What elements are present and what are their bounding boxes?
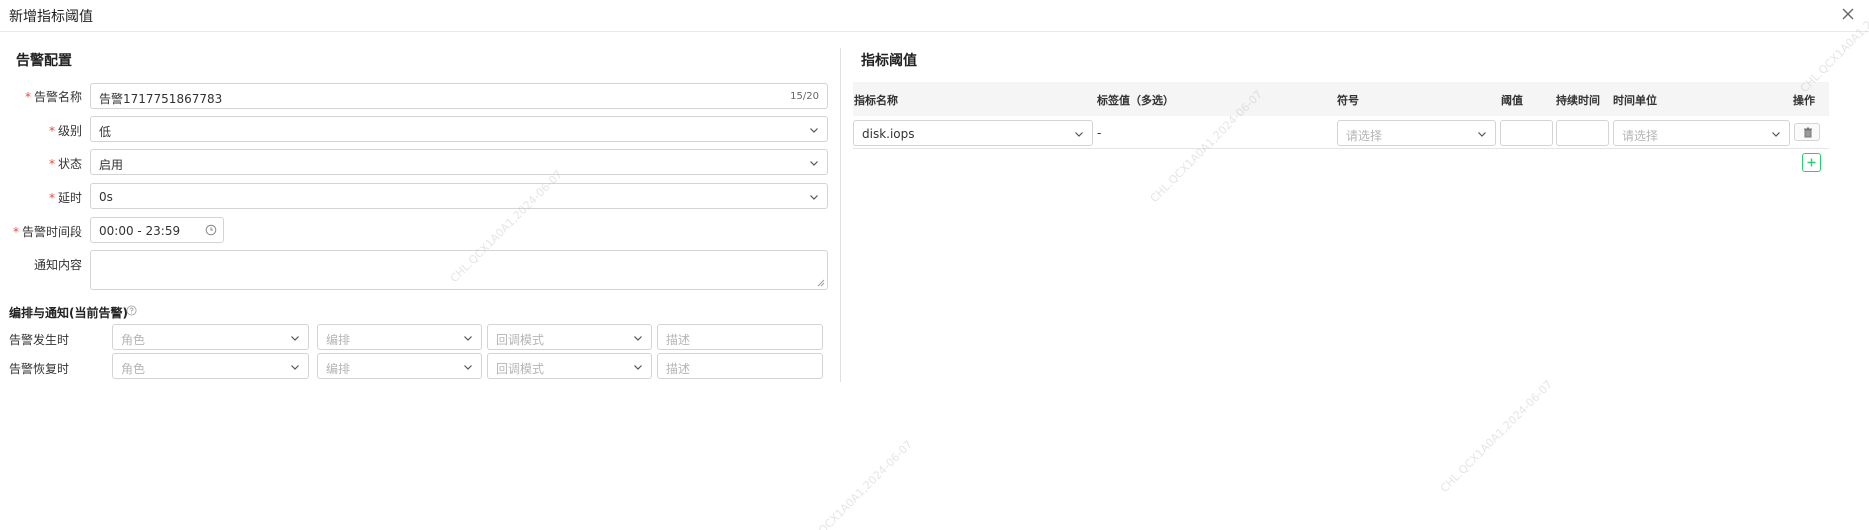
duration-input[interactable] <box>1556 120 1609 146</box>
time-unit-select[interactable]: 请选择 <box>1613 120 1790 146</box>
watermark: CHL.QCX1A0A1,2024-06-07 <box>797 437 916 530</box>
role-select[interactable]: 角色 <box>112 353 309 379</box>
resize-grip-icon <box>817 279 825 287</box>
col-duration: 持续时间 <box>1556 94 1600 107</box>
dialog-header: 新增指标阈值 <box>0 0 1869 32</box>
delay-select[interactable]: 0s <box>90 183 828 209</box>
chevron-down-icon <box>810 128 818 133</box>
on-alert-label: 告警发生时 <box>9 333 70 347</box>
col-symbol: 符号 <box>1337 94 1359 107</box>
panel-divider <box>840 48 841 382</box>
chevron-down-icon <box>291 365 299 370</box>
time-range-picker[interactable]: 00:00 - 23:59 <box>90 217 224 243</box>
col-actions: 操作 <box>1793 94 1815 107</box>
close-icon[interactable] <box>1839 5 1857 23</box>
chevron-down-icon <box>634 365 642 370</box>
add-row-button[interactable] <box>1802 153 1821 172</box>
orchestration-heading: 编排与通知(当前告警) <box>9 306 128 320</box>
status-label: * 状态 <box>48 157 82 171</box>
col-threshold: 阈值 <box>1501 94 1523 107</box>
char-counter: 15/20 <box>790 91 819 102</box>
alert-config-heading: 告警配置 <box>12 50 76 72</box>
schedule-select[interactable]: 编排 <box>317 324 482 350</box>
time-range-label: * 告警时间段 <box>12 225 82 239</box>
on-recovery-label: 告警恢复时 <box>9 362 70 376</box>
chevron-down-icon <box>464 336 472 341</box>
callback-mode-select[interactable]: 回调模式 <box>487 324 652 350</box>
watermark: CHL.QCX1A0A1,2024-06-07 <box>1437 377 1556 496</box>
plus-icon <box>1807 158 1816 167</box>
chevron-down-icon <box>1478 132 1486 137</box>
chevron-down-icon <box>634 336 642 341</box>
delete-row-button[interactable] <box>1794 123 1820 141</box>
status-select[interactable]: 启用 <box>90 149 828 175</box>
chevron-down-icon <box>810 161 818 166</box>
threshold-input[interactable] <box>1500 120 1553 146</box>
help-icon[interactable] <box>126 305 137 316</box>
row-separator <box>853 148 1829 149</box>
clock-icon <box>205 224 217 236</box>
notify-content-textarea[interactable] <box>90 250 828 290</box>
alert-name-input[interactable]: 告警1717751867783 15/20 <box>90 83 828 109</box>
chevron-down-icon <box>291 336 299 341</box>
metric-select[interactable]: disk.iops <box>853 120 1093 146</box>
chevron-down-icon <box>810 195 818 200</box>
trash-icon <box>1804 127 1812 138</box>
delay-label: * 延时 <box>48 191 82 205</box>
col-metric-name: 指标名称 <box>854 94 898 107</box>
tag-values-cell: - <box>1097 126 1102 140</box>
alert-name-label: * 告警名称 <box>24 90 82 104</box>
col-tag-values: 标签值（多选） <box>1097 94 1174 107</box>
schedule-select[interactable]: 编排 <box>317 353 482 379</box>
description-input[interactable]: 描述 <box>657 353 823 379</box>
callback-mode-select[interactable]: 回调模式 <box>487 353 652 379</box>
level-label: * 级别 <box>48 124 82 138</box>
symbol-select[interactable]: 请选择 <box>1337 120 1496 146</box>
col-time-unit: 时间单位 <box>1613 94 1657 107</box>
chevron-down-icon <box>1075 132 1083 137</box>
description-input[interactable]: 描述 <box>657 324 823 350</box>
chevron-down-icon <box>464 365 472 370</box>
role-select[interactable]: 角色 <box>112 324 309 350</box>
level-select[interactable]: 低 <box>90 116 828 142</box>
chevron-down-icon <box>1772 132 1780 137</box>
dialog-title: 新增指标阈值 <box>9 9 93 25</box>
notify-content-label: 通知内容 <box>33 258 82 272</box>
threshold-heading: 指标阈值 <box>857 50 921 72</box>
